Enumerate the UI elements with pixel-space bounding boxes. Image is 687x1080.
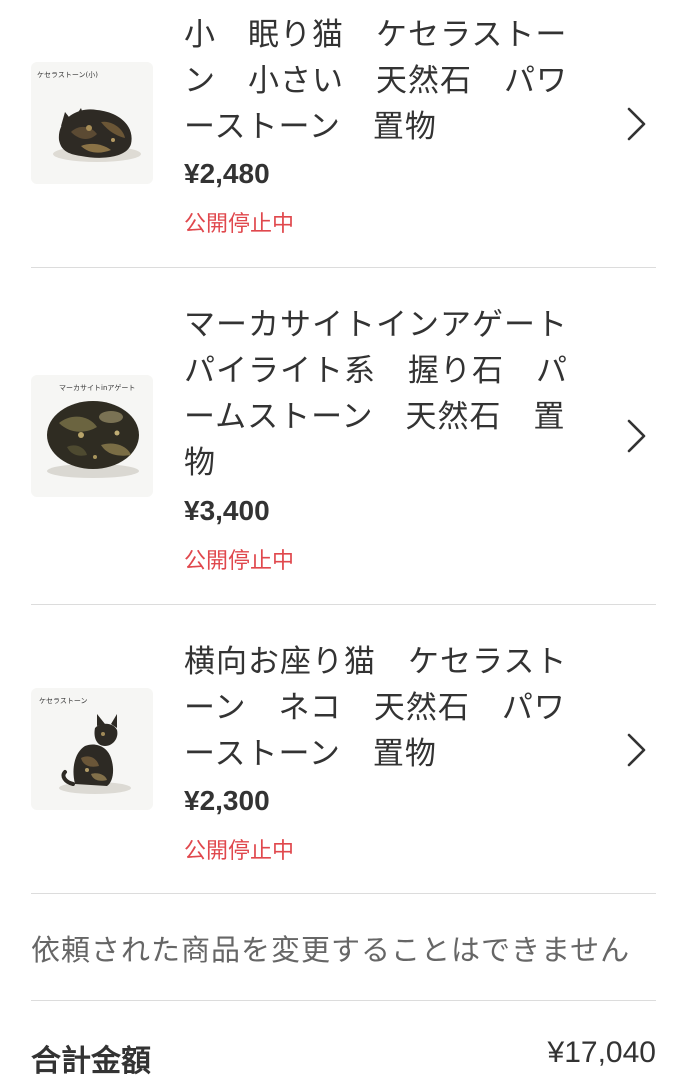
item-price: ¥2,480 bbox=[184, 158, 270, 189]
palm-stone-image bbox=[47, 401, 139, 478]
divider bbox=[31, 1000, 656, 1001]
notice-text: 依頼された商品を変更することはできません bbox=[31, 933, 631, 967]
sitting-cat-stone-image bbox=[59, 714, 131, 794]
item-thumbnail: ケセラストーン bbox=[31, 688, 153, 810]
total-value: ¥17,040 bbox=[547, 1036, 656, 1069]
chevron-right-icon[interactable] bbox=[624, 731, 650, 769]
item-title: 横向お座り猫 ケセラストーン ネコ 天然石 パワーストーン 置物 bbox=[184, 644, 568, 772]
chevron-right-icon[interactable] bbox=[624, 417, 650, 455]
order-items-page: ケセラストーン(小) 小 眠り猫 ケセラストーン 小さい 天然石 パワーストーン… bbox=[0, 0, 687, 1080]
chevron-right-icon[interactable] bbox=[624, 105, 650, 143]
total-label: 合計金額 bbox=[31, 1044, 151, 1079]
item-title: マーカサイトインアゲートパイライト系 握り石 パームストーン 天然石 置物 bbox=[184, 307, 568, 481]
status-label: 公開停止中 bbox=[184, 549, 295, 574]
divider bbox=[31, 893, 656, 894]
item-price: ¥2,300 bbox=[184, 785, 270, 816]
list-item[interactable]: ケセラストーン 横向お座り猫 ケセラストーン ネコ 天然石 パワーストーン 置物… bbox=[0, 605, 687, 893]
item-title: 小 眠り猫 ケセラストーン 小さい 天然石 パワーストーン 置物 bbox=[184, 17, 568, 145]
item-thumbnail: マーカサイトinアゲート bbox=[31, 375, 153, 497]
sleeping-cat-stone-image bbox=[53, 108, 141, 162]
status-label: 公開停止中 bbox=[184, 839, 295, 864]
list-item[interactable]: ケセラストーン(小) 小 眠り猫 ケセラストーン 小さい 天然石 パワーストーン… bbox=[0, 0, 687, 268]
list-item[interactable]: マーカサイトinアゲート マーカサイトインアゲートパイライト系 握り石 パームス… bbox=[0, 268, 687, 604]
item-thumbnail: ケセラストーン(小) bbox=[31, 62, 153, 184]
status-label: 公開停止中 bbox=[184, 212, 295, 237]
item-price: ¥3,400 bbox=[184, 495, 270, 526]
